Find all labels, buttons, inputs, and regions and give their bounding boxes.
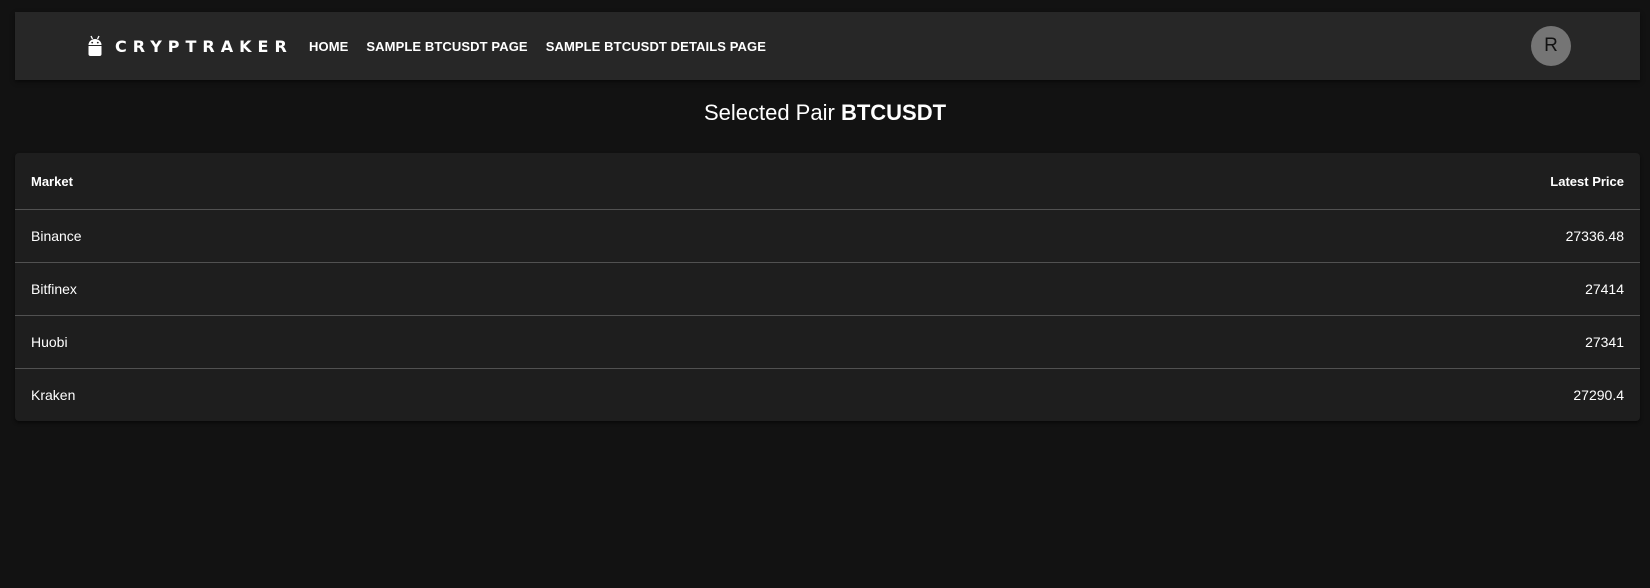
selected-pair: BTCUSDT: [840, 100, 947, 125]
table-row: Binance 27336.48: [15, 209, 1640, 263]
nav-sample-btcusdt-details-page[interactable]: SAMPLE BTCUSDT DETAILS PAGE: [537, 33, 775, 60]
page-title-prefix: Selected Pair: [703, 100, 835, 125]
table-row: Kraken 27290.4: [15, 369, 1640, 422]
price-cell: 27336.48: [727, 209, 1640, 263]
page-title: Selected Pair BTCUSDT: [0, 100, 1650, 126]
brand-name: CRYPTRAKER: [115, 36, 293, 56]
main-nav: HOME SAMPLE BTCUSDT PAGE SAMPLE BTCUSDT …: [300, 12, 775, 80]
user-avatar[interactable]: R: [1531, 26, 1571, 66]
table-row: Bitfinex 27414: [15, 262, 1640, 316]
app-bar: CRYPTRAKER HOME SAMPLE BTCUSDT PAGE SAMP…: [15, 12, 1640, 80]
table-row: Huobi 27341: [15, 315, 1640, 369]
market-cell: Huobi: [15, 315, 728, 369]
price-table: Market Latest Price Binance 27336.48 Bit…: [15, 153, 1640, 421]
price-cell: 27341: [727, 315, 1640, 369]
table-header-row: Market Latest Price: [15, 153, 1640, 210]
android-robot-icon: [87, 35, 103, 57]
price-table-card: Market Latest Price Binance 27336.48 Bit…: [15, 153, 1640, 421]
market-cell: Binance: [15, 209, 728, 263]
market-cell: Kraken: [31, 387, 76, 403]
price-cell: 27414: [727, 262, 1640, 316]
nav-home[interactable]: HOME: [300, 33, 357, 60]
price-cell: 27290.4: [1573, 387, 1624, 403]
column-header-market: Market: [15, 153, 728, 210]
nav-sample-btcusdt-page[interactable]: SAMPLE BTCUSDT PAGE: [357, 33, 536, 60]
market-cell: Bitfinex: [15, 262, 728, 316]
brand-logo[interactable]: CRYPTRAKER: [87, 12, 293, 80]
column-header-latest-price: Latest Price: [727, 153, 1640, 210]
